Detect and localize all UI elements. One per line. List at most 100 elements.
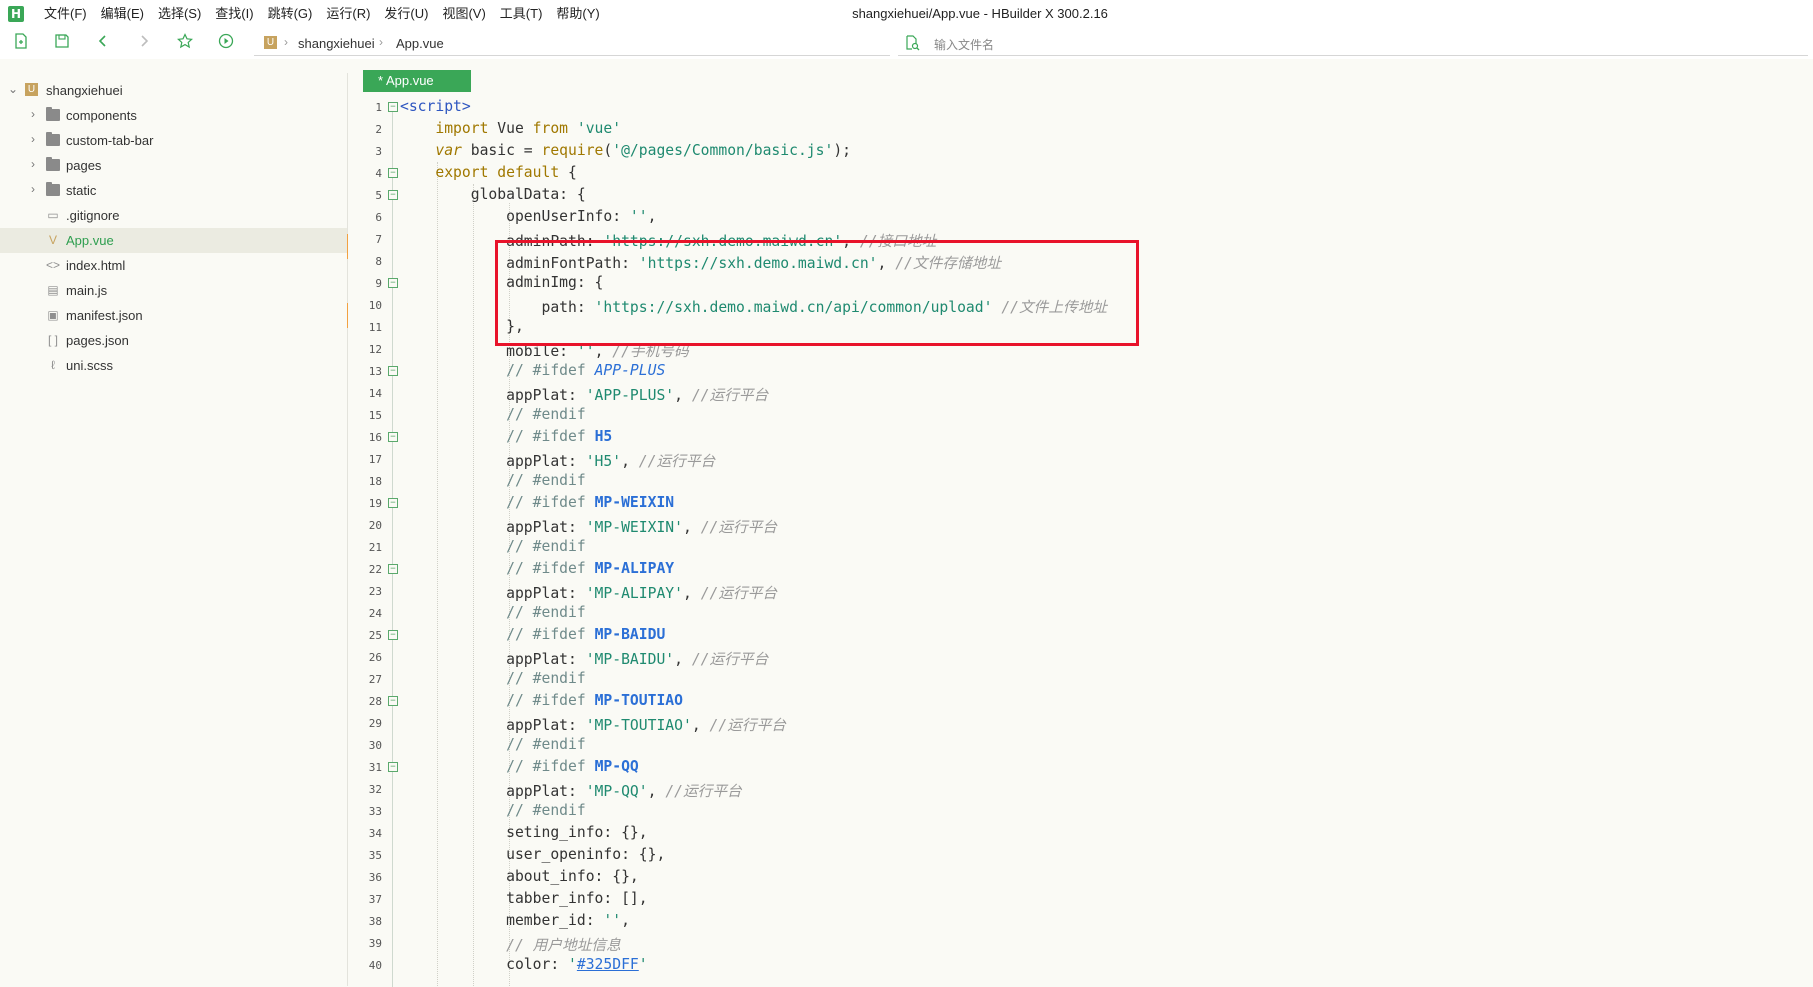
run-icon[interactable]: [215, 33, 237, 55]
line-number: 25: [368, 629, 382, 642]
tree-item-app-vue[interactable]: V App.vue: [0, 228, 347, 253]
code-text: // #ifdef MP-BAIDU: [400, 626, 665, 643]
fold-toggle-icon[interactable]: −: [388, 432, 398, 442]
tree-label: App.vue: [66, 233, 114, 248]
tree-project-root[interactable]: ⌄ U shangxiehuei: [0, 78, 347, 103]
code-token: appPlat:: [506, 387, 586, 404]
line-number: 32: [368, 783, 382, 796]
line-number: 30: [368, 739, 382, 752]
new-file-icon[interactable]: [10, 33, 32, 55]
code-line: 19 − // #ifdef MP-WEIXIN: [348, 492, 1813, 514]
code-line: 39 // 用户地址信息: [348, 932, 1813, 954]
menu-publish[interactable]: 发行(U): [377, 0, 435, 28]
tree-item-main-js[interactable]: ▤ main.js: [0, 278, 347, 303]
line-number: 4: [375, 167, 382, 180]
code-text: globalData: {: [400, 186, 586, 203]
code-line: 13 − // #ifdef APP-PLUS: [348, 360, 1813, 382]
menu-view[interactable]: 视图(V): [435, 0, 492, 28]
star-icon[interactable]: [174, 33, 196, 55]
menu-run[interactable]: 运行(R): [319, 0, 377, 28]
fold-toggle-icon[interactable]: −: [388, 564, 398, 574]
tree-item-manifest-json[interactable]: ▣ manifest.json: [0, 303, 347, 328]
line-number: 20: [368, 519, 382, 532]
forward-arrow-icon[interactable]: [133, 33, 155, 55]
menu-edit[interactable]: 编辑(E): [94, 0, 151, 28]
code-token: 'APP-PLUS': [585, 387, 675, 404]
code-line: 20 appPlat: 'MP-WEIXIN', //运行平台: [348, 514, 1813, 536]
fold-toggle-icon[interactable]: −: [388, 190, 398, 200]
menu-items: 文件(F) 编辑(E) 选择(S) 查找(I) 跳转(G) 运行(R) 发行(U…: [37, 0, 607, 28]
chevron-down-icon[interactable]: ⌄: [7, 82, 19, 96]
fold-toggle-icon[interactable]: −: [388, 278, 398, 288]
save-icon[interactable]: [51, 33, 73, 55]
menu-file[interactable]: 文件(F): [37, 0, 94, 28]
color-value-link[interactable]: #325DFF: [577, 956, 639, 973]
fold-toggle-icon[interactable]: −: [388, 366, 398, 376]
menu-help[interactable]: 帮助(Y): [549, 0, 606, 28]
code-line: 29 appPlat: 'MP-TOUTIAO', //运行平台: [348, 712, 1813, 734]
code-line: 33 // #endif: [348, 800, 1813, 822]
file-search-input[interactable]: [932, 35, 1336, 55]
line-number: 13: [368, 365, 382, 378]
code-comment: //运行平台: [691, 387, 769, 404]
code-token: MP-BAIDU: [594, 626, 666, 643]
code-comment: // #endif: [506, 736, 586, 753]
code-token: 'MP-WEIXIN': [585, 519, 683, 536]
html-file-icon: <>: [46, 258, 61, 272]
line-number: 18: [368, 475, 382, 488]
chevron-right-icon[interactable]: ›: [27, 132, 39, 146]
code-editor: * App.vue 1 − <script> 2 import Vue from…: [348, 59, 1813, 987]
line-number: 23: [368, 585, 382, 598]
fold-toggle-icon[interactable]: −: [388, 696, 398, 706]
code-comment: // #endif: [506, 604, 586, 621]
chevron-right-icon[interactable]: ›: [27, 157, 39, 171]
code-text: // #endif: [400, 802, 586, 819]
js-file-icon: ▤: [47, 283, 59, 297]
code-line: 27 // #endif: [348, 668, 1813, 690]
tree-item-pages-json[interactable]: [ ] pages.json: [0, 328, 347, 353]
editor-tabs: * App.vue: [348, 59, 1813, 96]
fold-toggle-icon[interactable]: −: [388, 102, 398, 112]
code-token: var: [435, 142, 462, 159]
code-line: 23 appPlat: 'MP-ALIPAY', //运行平台: [348, 580, 1813, 602]
fold-toggle-icon[interactable]: −: [388, 630, 398, 640]
line-number: 36: [368, 871, 382, 884]
tab-app-vue[interactable]: * App.vue: [363, 70, 471, 92]
tree-item-gitignore[interactable]: ▭ .gitignore: [0, 203, 347, 228]
fold-toggle-icon[interactable]: −: [388, 498, 398, 508]
code-line: 4 − export default {: [348, 162, 1813, 184]
menu-tools[interactable]: 工具(T): [493, 0, 550, 28]
line-number: 14: [368, 387, 382, 400]
code-comment: // #endif: [506, 802, 586, 819]
menu-find[interactable]: 查找(I): [208, 0, 260, 28]
code-area[interactable]: 1 − <script> 2 import Vue from 'vue' 3 v…: [348, 96, 1813, 987]
code-line: 31 − // #ifdef MP-QQ: [348, 756, 1813, 778]
tree-item-pages[interactable]: › pages: [0, 153, 347, 178]
breadcrumb-file[interactable]: App.vue: [396, 36, 444, 51]
code-line: 24 // #endif: [348, 602, 1813, 624]
tree-label: pages.json: [66, 333, 129, 348]
tree-item-components[interactable]: › components: [0, 103, 347, 128]
code-comment: // #endif: [506, 670, 586, 687]
code-token: user_openinfo: {},: [506, 846, 666, 863]
tree-item-custom-tab-bar[interactable]: › custom-tab-bar: [0, 128, 347, 153]
line-number: 28: [368, 695, 382, 708]
code-token: '@/pages/Common/basic.js': [612, 142, 834, 159]
chevron-right-icon[interactable]: ›: [27, 107, 39, 121]
code-token: appPlat:: [506, 651, 586, 668]
menu-select[interactable]: 选择(S): [151, 0, 208, 28]
tree-label: shangxiehuei: [46, 83, 123, 98]
fold-toggle-icon[interactable]: −: [388, 762, 398, 772]
code-token: from: [532, 120, 569, 137]
chevron-right-icon[interactable]: ›: [27, 182, 39, 196]
back-arrow-icon[interactable]: [92, 33, 114, 55]
breadcrumb-project[interactable]: shangxiehuei: [298, 36, 375, 51]
code-line: 35 user_openinfo: {},: [348, 844, 1813, 866]
code-comment: // #endif: [506, 472, 586, 489]
tree-item-static[interactable]: › static: [0, 178, 347, 203]
fold-toggle-icon[interactable]: −: [388, 168, 398, 178]
tree-item-index-html[interactable]: <> index.html: [0, 253, 347, 278]
code-text: // #ifdef APP-PLUS: [400, 362, 665, 379]
tree-item-uni-scss[interactable]: ℓ uni.scss: [0, 353, 347, 378]
menu-goto[interactable]: 跳转(G): [261, 0, 320, 28]
